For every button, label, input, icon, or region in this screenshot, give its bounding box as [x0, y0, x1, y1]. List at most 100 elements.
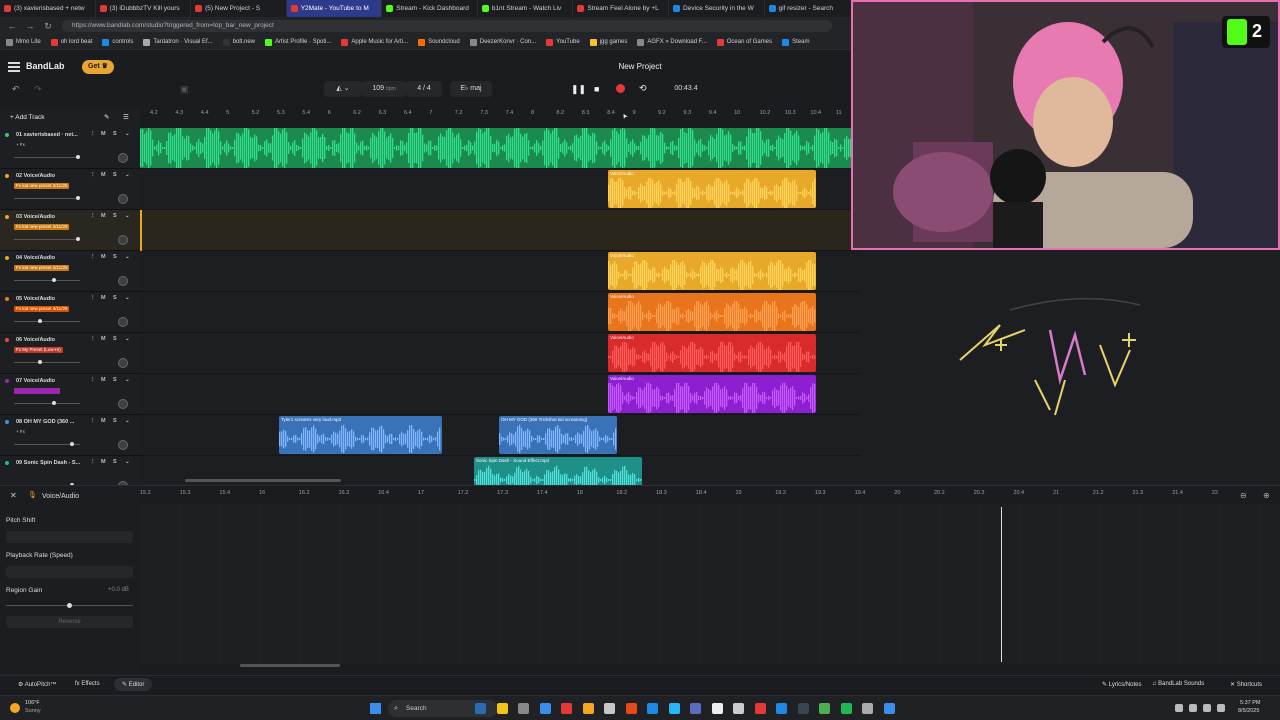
- track-expand-icon[interactable]: ⌄: [125, 295, 130, 301]
- volume-thumb[interactable]: [38, 360, 42, 364]
- taskbar-app-icon[interactable]: [776, 703, 787, 714]
- bookmark-item[interactable]: Tardatron · Visual Ef...: [143, 38, 213, 46]
- volume-thumb[interactable]: [52, 278, 56, 282]
- track-header[interactable]: 05 Voice/Audio Fx kat new preset 4/11/25 ⋮…: [0, 292, 140, 333]
- filter-icon[interactable]: ☰: [123, 108, 129, 128]
- track-header[interactable]: 04 Voice/Audio Fx kat new preset 2/11/25 ⋮…: [0, 251, 140, 292]
- pan-knob[interactable]: [118, 194, 128, 204]
- track-lanes[interactable]: Voice/Audio Voice/Audio Voice/Audio Voice/A…: [140, 128, 860, 485]
- track-expand-icon[interactable]: ⌄: [125, 459, 130, 465]
- autopitch-button[interactable]: ⚙ AutoPitch™: [18, 681, 56, 688]
- mute-button[interactable]: M: [101, 336, 106, 342]
- track-fx-badge[interactable]: Fx kat new preset 2/11/25: [14, 224, 70, 230]
- taskbar-app-icon[interactable]: [690, 703, 701, 714]
- solo-button[interactable]: S: [113, 172, 117, 178]
- bookmark-item[interactable]: AGFX » Download F...: [637, 38, 707, 46]
- bookmark-item[interactable]: bolt.new: [222, 38, 255, 46]
- volume-thumb[interactable]: [76, 196, 80, 200]
- zoom-in-icon[interactable]: ⊕: [1263, 491, 1270, 500]
- editor-playhead[interactable]: [1001, 507, 1002, 662]
- taskbar-app-icon[interactable]: [496, 703, 508, 714]
- track-fx-badge[interactable]: Fx kat new preset 2/11/25: [14, 265, 70, 271]
- track-expand-icon[interactable]: ⌄: [125, 336, 130, 342]
- mute-button[interactable]: M: [101, 254, 106, 260]
- bookmark-item[interactable]: Steam: [782, 38, 809, 46]
- taskbar-app-icon[interactable]: [539, 703, 551, 714]
- taskbar-app-icon[interactable]: [561, 703, 572, 714]
- bandlab-logo[interactable]: BandLab: [26, 61, 65, 71]
- audio-region[interactable]: [140, 128, 860, 168]
- reload-icon[interactable]: ↻: [42, 20, 54, 32]
- track-header[interactable]: 07 Voice/Audio ⋮ M S ⌄: [0, 374, 140, 415]
- pan-knob[interactable]: [118, 358, 128, 368]
- region-gain-thumb[interactable]: [67, 603, 72, 608]
- effects-button[interactable]: fx Effects: [75, 681, 100, 687]
- key-field[interactable]: E♭ maj: [450, 81, 492, 97]
- reverse-button[interactable]: Reverse: [6, 616, 133, 628]
- pan-knob[interactable]: [118, 317, 128, 327]
- bookmark-item[interactable]: controls: [102, 38, 133, 46]
- forward-icon[interactable]: →: [24, 20, 36, 32]
- save-icon[interactable]: ▣: [180, 84, 189, 95]
- pan-knob[interactable]: [118, 399, 128, 409]
- volume-thumb[interactable]: [76, 237, 80, 241]
- track-name[interactable]: 02 Voice/Audio: [16, 173, 88, 179]
- taskbar-app-icon[interactable]: [625, 703, 637, 714]
- taskbar-app-icon[interactable]: [475, 703, 486, 714]
- track-expand-icon[interactable]: ⌄: [125, 213, 130, 219]
- mute-button[interactable]: M: [101, 418, 106, 424]
- shortcuts-button[interactable]: ✕ Shortcuts: [1230, 681, 1262, 688]
- track-name[interactable]: 09 Sonic Spin Dash - S...: [16, 460, 88, 466]
- track-fx-badge[interactable]: + Fx: [14, 142, 27, 148]
- pan-knob[interactable]: [118, 153, 128, 163]
- track-options-icon[interactable]: ⋮: [90, 459, 96, 465]
- track-options-icon[interactable]: ⋮: [90, 418, 96, 424]
- track-options-icon[interactable]: ⋮: [90, 295, 96, 301]
- back-icon[interactable]: ←: [6, 20, 18, 32]
- audio-region[interactable]: Voice/Audio: [608, 170, 816, 208]
- volume-slider[interactable]: [14, 196, 80, 200]
- weather-icon[interactable]: [10, 703, 20, 713]
- track-fx-badge[interactable]: Fx My Preset (Low-Hi): [14, 347, 63, 353]
- volume-slider[interactable]: [14, 155, 80, 159]
- solo-button[interactable]: S: [113, 295, 117, 301]
- taskbar-app-icon[interactable]: [797, 703, 809, 714]
- pan-knob[interactable]: [118, 235, 128, 245]
- track-name[interactable]: 04 Voice/Audio: [16, 255, 88, 261]
- track-fx-badge[interactable]: Fx kat new preset 2/11/25: [14, 183, 70, 189]
- browser-tab[interactable]: Device Security in the W: [669, 0, 765, 17]
- taskbar-app-icon[interactable]: [711, 703, 723, 714]
- track-options-icon[interactable]: ⋮: [90, 254, 96, 260]
- taskbar-app-icon[interactable]: [819, 703, 830, 714]
- taskbar-app-icon[interactable]: [840, 703, 852, 714]
- record-icon[interactable]: [616, 84, 625, 93]
- loop-icon[interactable]: ⟲: [639, 83, 647, 94]
- track-lane[interactable]: [140, 210, 860, 251]
- taskbar-app-icon[interactable]: [862, 703, 873, 714]
- audio-region[interactable]: Voice/Audio: [608, 293, 816, 331]
- audio-region[interactable]: Sonic Spin Dash - Sound Effect.mp3: [474, 457, 642, 485]
- close-editor-icon[interactable]: ✕: [10, 491, 17, 500]
- bandlab-sounds-button[interactable]: ♫ BandLab Sounds: [1152, 681, 1204, 687]
- track-expand-icon[interactable]: ⌄: [125, 377, 130, 383]
- bookmark-item[interactable]: Artist Profile · Spoti...: [265, 38, 331, 46]
- region-gain-slider[interactable]: [6, 603, 133, 608]
- taskbar-app-icon[interactable]: [604, 703, 615, 714]
- volume-slider[interactable]: [14, 278, 80, 282]
- url-input[interactable]: https://www.bandlab.com/studio?triggered…: [62, 20, 832, 32]
- bookmark-item[interactable]: Ocean of Games: [716, 38, 772, 46]
- track-options-icon[interactable]: ⋮: [90, 377, 96, 383]
- volume-thumb[interactable]: [70, 442, 74, 446]
- solo-button[interactable]: S: [113, 336, 117, 342]
- taskbar-app-icon[interactable]: [754, 703, 766, 714]
- time-signature-field[interactable]: 4 / 4: [406, 81, 442, 97]
- volume-slider[interactable]: [14, 442, 80, 446]
- pan-knob[interactable]: [118, 440, 128, 450]
- mute-button[interactable]: M: [101, 131, 106, 137]
- bookmark-item[interactable]: Mmo Lite: [6, 38, 41, 46]
- pause-icon[interactable]: ❚❚: [571, 84, 586, 95]
- menu-icon[interactable]: [8, 62, 20, 72]
- editor-button[interactable]: ✎ Editor: [114, 678, 153, 691]
- track-header[interactable]: 08 OH MY GOD (360 ... + Fx ⋮ M S ⌄: [0, 415, 140, 456]
- track-header[interactable]: 09 Sonic Spin Dash - S... ⋮ M S ⌄: [0, 456, 140, 485]
